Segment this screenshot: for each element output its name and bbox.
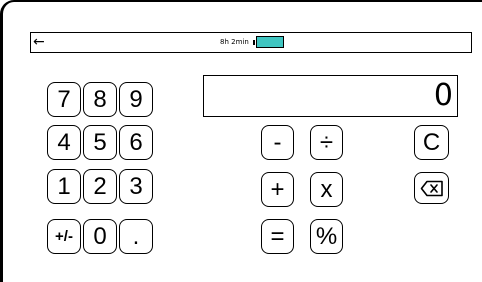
battery-terminal [252, 39, 255, 45]
backspace-button[interactable] [414, 172, 449, 204]
plus-button[interactable]: + [261, 172, 294, 207]
multiply-button[interactable]: x [310, 172, 343, 207]
digit-4-button[interactable]: 4 [47, 125, 81, 160]
calculator-window: ← 8h 2min 7 8 9 4 5 6 1 2 3 +/- 0 . 0 - … [0, 0, 482, 282]
digit-1-button[interactable]: 1 [47, 169, 81, 204]
digit-0-button[interactable]: 0 [83, 219, 117, 254]
top-bar: ← 8h 2min [30, 32, 472, 53]
divide-button[interactable]: ÷ [310, 125, 343, 160]
percent-button[interactable]: % [310, 219, 343, 254]
decimal-button[interactable]: . [119, 219, 153, 254]
digit-8-button[interactable]: 8 [83, 82, 117, 117]
status-area: 8h 2min [220, 33, 284, 51]
digit-6-button[interactable]: 6 [119, 125, 153, 160]
digit-2-button[interactable]: 2 [83, 169, 117, 204]
clear-button[interactable]: C [414, 125, 449, 160]
equals-button[interactable]: = [261, 219, 294, 254]
result-display: 0 [203, 75, 458, 117]
negate-button[interactable]: +/- [47, 219, 81, 254]
digit-7-button[interactable]: 7 [47, 82, 81, 117]
backspace-icon [420, 180, 443, 196]
digit-5-button[interactable]: 5 [83, 125, 117, 160]
digit-9-button[interactable]: 9 [119, 82, 153, 117]
minus-button[interactable]: - [261, 125, 294, 160]
battery-time-remaining: 8h 2min [220, 38, 249, 46]
digit-3-button[interactable]: 3 [119, 169, 153, 204]
back-arrow-icon[interactable]: ← [33, 32, 45, 52]
battery-icon [255, 36, 284, 48]
